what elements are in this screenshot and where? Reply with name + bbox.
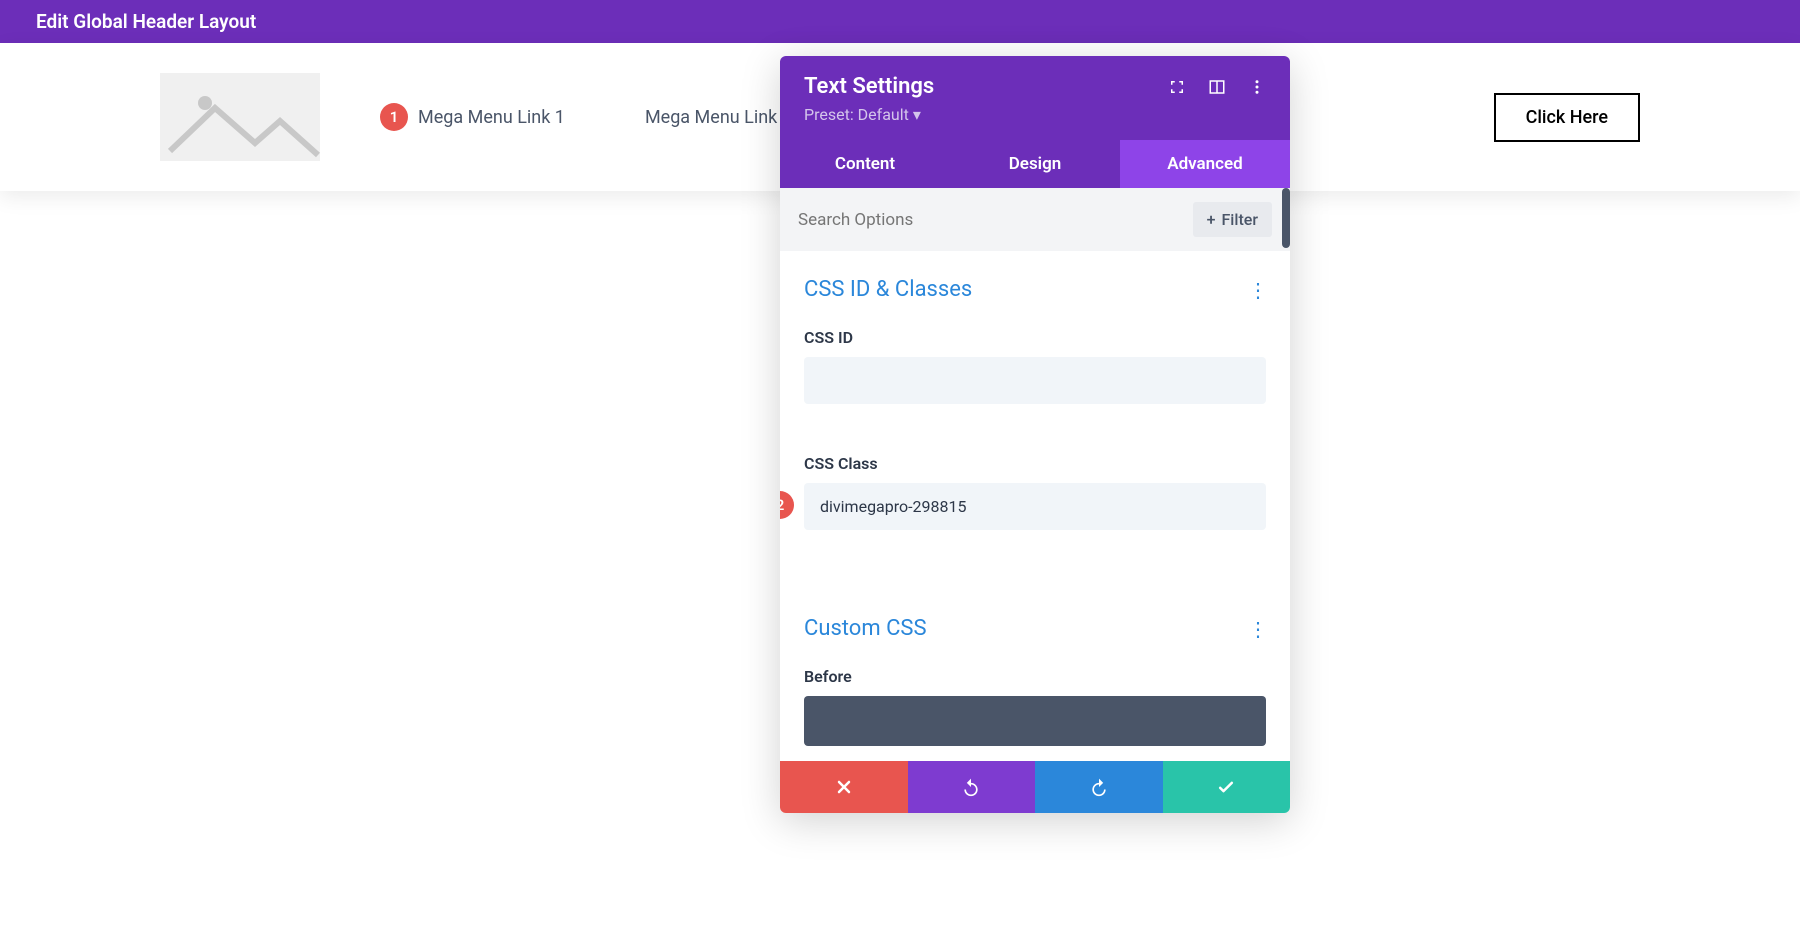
panel-header: Text Settings Preset: Default ▾ bbox=[780, 56, 1290, 140]
panel-footer bbox=[780, 761, 1290, 813]
plus-icon: + bbox=[1207, 210, 1216, 229]
section-title-cssid[interactable]: CSS ID & Classes bbox=[804, 277, 972, 302]
search-input[interactable] bbox=[798, 210, 1193, 230]
preset-dropdown[interactable]: Preset: Default ▾ bbox=[804, 105, 1266, 124]
more-icon[interactable] bbox=[1248, 78, 1266, 96]
menu-links: 1 Mega Menu Link 1 Mega Menu Link 2 bbox=[380, 103, 792, 131]
top-bar-title: Edit Global Header Layout bbox=[36, 10, 256, 33]
cssid-label: CSS ID bbox=[804, 328, 1266, 347]
cssclass-input[interactable] bbox=[804, 483, 1266, 530]
tab-design[interactable]: Design bbox=[950, 140, 1120, 188]
expand-icon[interactable] bbox=[1168, 78, 1186, 96]
undo-icon bbox=[961, 777, 981, 797]
annotation-badge-2: 2 bbox=[780, 491, 794, 519]
logo-placeholder[interactable] bbox=[160, 73, 320, 161]
before-label: Before bbox=[804, 667, 1266, 686]
menu-item-1[interactable]: 1 Mega Menu Link 1 bbox=[380, 103, 565, 131]
section-more-icon-2[interactable]: ⋮ bbox=[1248, 617, 1266, 641]
image-placeholder-icon bbox=[160, 73, 320, 161]
section-title-customcss[interactable]: Custom CSS bbox=[804, 616, 927, 641]
close-icon bbox=[834, 777, 854, 797]
redo-icon bbox=[1089, 777, 1109, 797]
cta-button[interactable]: Click Here bbox=[1494, 93, 1640, 142]
tab-advanced[interactable]: Advanced bbox=[1120, 140, 1290, 188]
panel-title: Text Settings bbox=[804, 74, 934, 99]
section-more-icon[interactable]: ⋮ bbox=[1248, 278, 1266, 302]
settings-panel: Text Settings Preset: Default ▾ Content … bbox=[780, 56, 1290, 813]
menu-item-2[interactable]: Mega Menu Link 2 bbox=[645, 107, 792, 128]
undo-button[interactable] bbox=[908, 761, 1036, 813]
cssclass-label: CSS Class bbox=[804, 454, 1266, 473]
top-bar: Edit Global Header Layout bbox=[0, 0, 1800, 43]
menu-item-2-label: Mega Menu Link 2 bbox=[645, 107, 792, 128]
redo-button[interactable] bbox=[1035, 761, 1163, 813]
cssid-input[interactable] bbox=[804, 357, 1266, 404]
check-icon bbox=[1216, 777, 1236, 797]
filter-button[interactable]: + Filter bbox=[1193, 202, 1272, 237]
panel-body: CSS ID & Classes ⋮ CSS ID CSS Class 2 Cu… bbox=[780, 251, 1290, 761]
cancel-button[interactable] bbox=[780, 761, 908, 813]
menu-item-1-label: Mega Menu Link 1 bbox=[418, 107, 565, 128]
before-code-input[interactable] bbox=[804, 696, 1266, 746]
filter-label: Filter bbox=[1221, 210, 1258, 229]
panel-tabs: Content Design Advanced bbox=[780, 140, 1290, 188]
tab-content[interactable]: Content bbox=[780, 140, 950, 188]
scrollbar-thumb[interactable] bbox=[1282, 188, 1290, 248]
search-row: + Filter bbox=[780, 188, 1290, 251]
save-button[interactable] bbox=[1163, 761, 1291, 813]
annotation-badge-1: 1 bbox=[380, 103, 408, 131]
columns-icon[interactable] bbox=[1208, 78, 1226, 96]
